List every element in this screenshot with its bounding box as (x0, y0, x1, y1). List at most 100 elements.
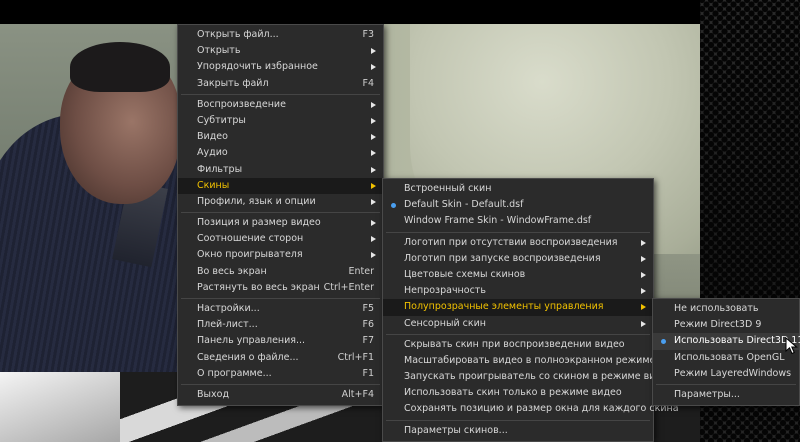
main-menu-item-label: Скины (197, 179, 230, 191)
transparency-menu-item-label: Параметры... (674, 388, 740, 400)
main-menu-item-label: Панель управления... (197, 335, 306, 347)
menu-separator (181, 383, 380, 385)
skins-menu-item[interactable]: Полупрозрачные элементы управления (383, 299, 653, 316)
skins-menu-item-label: Непрозрачность (404, 285, 486, 297)
main-menu-item[interactable]: Плей-лист... F6 (178, 317, 383, 333)
main-menu-item-label: Воспроизведение (197, 98, 286, 110)
transparency-menu-item[interactable]: Режим LayeredWindows (653, 366, 799, 382)
menu-separator (181, 212, 380, 214)
main-menu-item[interactable]: Открыть файл... F3 (178, 27, 383, 43)
main-menu-item-label: О программе... (197, 367, 272, 379)
main-menu-item[interactable]: Аудио (178, 145, 383, 161)
skins-menu-item[interactable]: Логотип при запуске воспроизведения (383, 251, 653, 267)
submenu-arrow-icon (371, 150, 376, 157)
menu-separator (386, 333, 650, 335)
main-menu-item[interactable]: Открыть (178, 43, 383, 59)
skins-menu-item-label: Параметры скинов... (404, 424, 508, 436)
skins-menu-item-label: Полупрозрачные элементы управления (404, 301, 604, 313)
main-menu-item[interactable]: Во весь экран Enter (178, 264, 383, 280)
submenu-translucent-controls: Не использовать Режим Direct3D 9 Использов… (652, 298, 800, 407)
skins-menu-item[interactable]: Скрывать скин при воспроизведении видео (383, 337, 653, 353)
submenu-arrow-icon (371, 198, 376, 205)
main-menu-item[interactable]: Видео (178, 129, 383, 145)
main-menu-item[interactable]: Воспроизведение (178, 97, 383, 113)
main-menu-item[interactable]: Выход Alt+F4 (178, 387, 383, 403)
menu-separator (386, 231, 650, 233)
main-menu-item[interactable]: Профили, язык и опции (178, 194, 383, 210)
video-scene-hair (70, 42, 170, 92)
main-menu-item-shortcut: F5 (362, 303, 374, 314)
skins-menu-item-label: Default Skin - Default.dsf (404, 199, 524, 211)
transparency-menu-item[interactable]: Режим Direct3D 9 (653, 317, 799, 333)
submenu-arrow-icon (371, 166, 376, 173)
main-menu-item-label: Позиция и размер видео (197, 217, 321, 229)
main-menu-item-label: Фильтры (197, 163, 243, 175)
main-menu-item[interactable]: Закрыть файл F4 (178, 76, 383, 92)
main-menu-item[interactable]: Окно проигрывателя (178, 247, 383, 263)
menu-separator (181, 93, 380, 95)
main-menu-item[interactable]: О программе... F1 (178, 366, 383, 382)
skins-menu-item-label: Сенсорный скин (404, 317, 487, 329)
transparency-menu-item[interactable]: Параметры... (653, 387, 799, 403)
skins-menu-item[interactable]: Window Frame Skin - WindowFrame.dsf (383, 213, 653, 229)
skins-menu-item[interactable]: Default Skin - Default.dsf (383, 197, 653, 213)
skins-menu-item[interactable]: Сенсорный скин (383, 316, 653, 332)
skins-menu-item[interactable]: Цветовые схемы скинов (383, 267, 653, 283)
transparency-menu-item[interactable]: Использовать Direct3D 11 (653, 333, 800, 350)
main-menu-item-label: Видео (197, 131, 228, 143)
submenu-arrow-icon (371, 101, 376, 108)
main-menu-item-label: Окно проигрывателя (197, 249, 303, 261)
player-skin-corner (0, 372, 120, 442)
main-menu-item[interactable]: Позиция и размер видео (178, 215, 383, 231)
skins-menu-item[interactable]: Встроенный скин (383, 181, 653, 197)
skins-menu-item[interactable]: Сохранять позицию и размер окна для кажд… (383, 401, 679, 417)
skins-menu-item[interactable]: Использовать скин только в режиме видео (383, 385, 653, 401)
main-menu-item-label: Профили, язык и опции (197, 195, 316, 207)
submenu-arrow-icon (641, 239, 646, 246)
main-menu-item-shortcut: F7 (362, 335, 374, 347)
main-menu-item[interactable]: Соотношение сторон (178, 231, 383, 247)
main-menu-item-label: Растянуть во весь экран (197, 281, 320, 293)
main-menu-item[interactable]: Субтитры (178, 113, 383, 129)
skins-menu-item[interactable]: Масштабировать видео в полноэкранном реж… (383, 353, 656, 369)
main-menu-item[interactable]: Панель управления... F7 (178, 333, 383, 349)
transparency-menu-item[interactable]: Не использовать (653, 301, 799, 317)
main-menu-item[interactable]: Настройки... F5 (178, 301, 383, 317)
skins-menu-item-label: Масштабировать видео в полноэкранном реж… (404, 354, 656, 366)
skins-menu-item[interactable]: Запускать проигрыватель со скином в режи… (383, 369, 674, 385)
main-menu-item-label: Во весь экран (197, 265, 267, 277)
main-menu-item-label: Открыть файл... (197, 29, 279, 40)
video-letterbox-top (0, 0, 700, 24)
transparency-menu-item[interactable]: Использовать OpenGL (653, 350, 799, 366)
skins-menu-item-label: Логотип при отсутствии воспроизведения (404, 236, 618, 248)
main-menu-item-shortcut: Enter (348, 265, 375, 277)
main-menu-item-label: Соотношение сторон (197, 233, 304, 245)
main-menu-item-shortcut: Ctrl+F1 (337, 351, 374, 363)
transparency-menu-item-label: Использовать Direct3D 11 (674, 335, 800, 347)
main-menu-item[interactable]: Растянуть во весь экран Ctrl+Enter (178, 280, 383, 296)
skins-menu-item-label: Встроенный скин (404, 183, 492, 194)
transparency-menu-item-label: Не использовать (674, 303, 759, 314)
transparency-menu-item-label: Режим Direct3D 9 (674, 319, 762, 331)
main-menu-item[interactable]: Сведения о файле... Ctrl+F1 (178, 350, 383, 366)
main-menu-item-label: Аудио (197, 147, 228, 159)
submenu-arrow-icon (641, 320, 646, 327)
submenu-arrow-icon (641, 271, 646, 278)
skins-menu-item[interactable]: Логотип при отсутствии воспроизведения (383, 235, 653, 251)
submenu-skins: Встроенный скин Default Skin - Default.ds… (382, 178, 679, 442)
main-menu-item-label: Упорядочить избранное (197, 61, 318, 73)
skins-menu-item[interactable]: Параметры скинов... (383, 423, 653, 439)
main-menu-item-shortcut: F4 (362, 77, 374, 89)
skins-menu-item[interactable]: Непрозрачность (383, 283, 653, 299)
main-menu-item-label: Открыть (197, 45, 241, 57)
main-menu-item-label: Закрыть файл (197, 77, 269, 89)
main-menu-item-label: Плей-лист... (197, 319, 258, 331)
radio-selected-icon (391, 202, 396, 208)
submenu-arrow-icon (371, 182, 376, 189)
context-menu-main: Открыть файл... F3 Открыть Упорядочить избр… (177, 24, 384, 407)
skins-menu-item-label: Сохранять позицию и размер окна для кажд… (404, 403, 679, 415)
main-menu-item[interactable]: Скины (178, 177, 383, 194)
main-menu-item[interactable]: Упорядочить избранное (178, 59, 383, 75)
submenu-arrow-icon (641, 304, 646, 311)
main-menu-item[interactable]: Фильтры (178, 162, 383, 178)
